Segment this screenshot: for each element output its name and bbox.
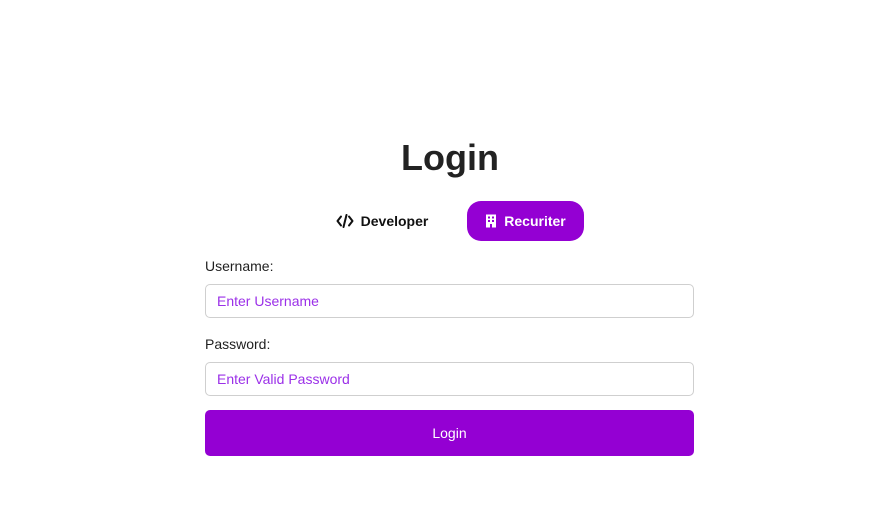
developer-role-label: Developer	[360, 213, 429, 229]
login-button[interactable]: Login	[205, 410, 694, 456]
username-input[interactable]	[205, 284, 694, 318]
building-icon	[485, 214, 497, 228]
page-title: Login	[401, 137, 499, 178]
role-toggle: Developer Recuriter	[0, 201, 888, 241]
username-label: Username:	[205, 258, 274, 274]
password-label: Password:	[205, 336, 271, 352]
login-page: Login Developer Recuriter Username: Ente…	[0, 0, 888, 524]
developer-role-button[interactable]: Developer	[318, 201, 446, 241]
password-input[interactable]	[205, 362, 694, 396]
recruiter-role-button[interactable]: Recuriter	[467, 201, 584, 241]
recruiter-role-label: Recuriter	[504, 213, 566, 229]
code-icon	[336, 214, 354, 228]
